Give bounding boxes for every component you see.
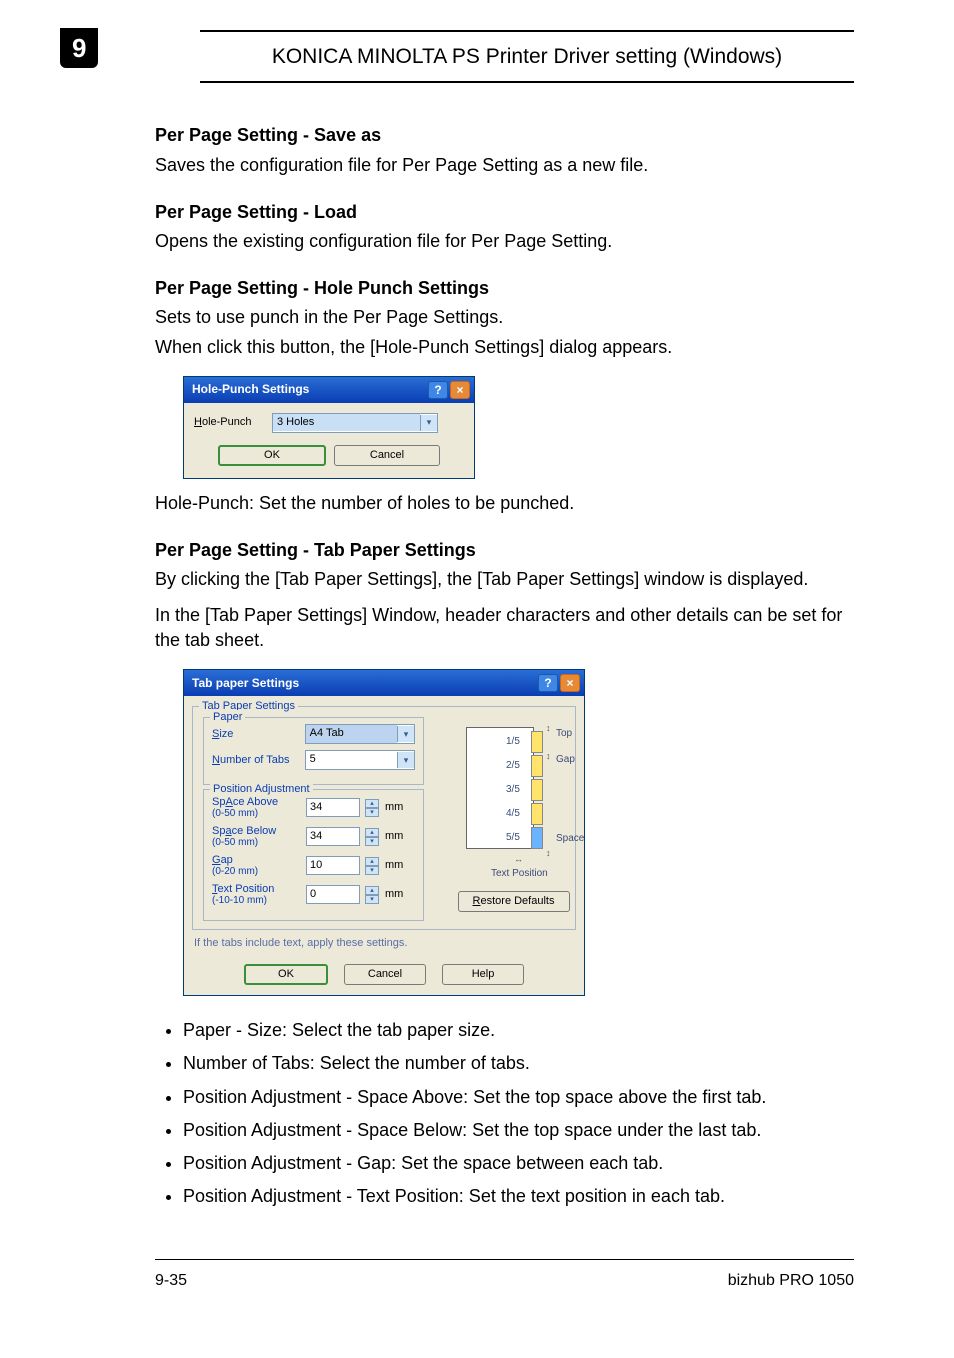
hole-punch-label: Hole-Punch: [194, 415, 272, 430]
space-below-label: Space Below(0-50 mm): [212, 825, 300, 848]
space-above-spinner[interactable]: ▴▾: [365, 799, 379, 816]
list-item: Position Adjustment - Text Position: Set…: [183, 1184, 854, 1209]
unit-label: mm: [385, 858, 403, 873]
page-title: KONICA MINOLTA PS Printer Driver setting…: [200, 32, 854, 81]
unit-label: mm: [385, 800, 403, 815]
space-above-input[interactable]: 34: [306, 798, 360, 817]
gap-spinner[interactable]: ▴▾: [365, 857, 379, 874]
restore-defaults-button[interactable]: Restore Defaults: [458, 891, 570, 912]
heading-tab-paper: Per Page Setting - Tab Paper Settings: [155, 538, 854, 563]
chapter-tab: 9: [60, 28, 98, 68]
num-tabs-select[interactable]: 5 ▾: [305, 750, 415, 770]
text-position-label: Text Position(-10-10 mm): [212, 883, 300, 906]
desc-load: Opens the existing configuration file fo…: [155, 229, 854, 254]
heading-hole-punch: Per Page Setting - Hole Punch Settings: [155, 276, 854, 301]
gap-label: Gap(0-20 mm): [212, 854, 300, 877]
paper-group: Paper: [210, 710, 245, 725]
help-icon[interactable]: ?: [428, 381, 448, 399]
ok-button[interactable]: OK: [244, 964, 328, 985]
size-select[interactable]: A4 Tab ▾: [305, 724, 415, 744]
space-below-spinner[interactable]: ▴▾: [365, 828, 379, 845]
cancel-button[interactable]: Cancel: [334, 445, 440, 466]
chevron-down-icon: ▾: [397, 726, 414, 742]
desc-hole-punch-3: Hole-Punch: Set the number of holes to b…: [155, 491, 854, 516]
gap-input[interactable]: 10: [306, 856, 360, 875]
num-tabs-label: Number of Tabs: [212, 754, 299, 766]
hole-punch-dialog: Hole-Punch Settings ? × Hole-Punch 3 Hol…: [183, 376, 475, 479]
help-icon[interactable]: ?: [538, 674, 558, 692]
size-label: Size: [212, 728, 299, 740]
page-number: 9-35: [155, 1270, 187, 1292]
position-adjust-group: Position Adjustment: [210, 782, 313, 797]
unit-label: mm: [385, 887, 403, 902]
desc-tab-paper-2: In the [Tab Paper Settings] Window, head…: [155, 603, 854, 653]
preview-diagram: 1/5 2/5 3/5 4/5 5/5 Top Gap Space Text P…: [436, 717, 591, 887]
unit-label: mm: [385, 829, 403, 844]
dialog-title: Hole-Punch Settings: [192, 381, 426, 398]
hole-punch-select[interactable]: 3 Holes ▾: [272, 413, 438, 433]
bullet-list: Paper - Size: Select the tab paper size.…: [155, 1018, 854, 1209]
text-position-spinner[interactable]: ▴▾: [365, 886, 379, 903]
instruction-text: If the tabs include text, apply these se…: [194, 936, 574, 951]
text-position-input[interactable]: 0: [306, 885, 360, 904]
desc-hole-punch-2: When click this button, the [Hole-Punch …: [155, 335, 854, 360]
list-item: Number of Tabs: Select the number of tab…: [183, 1051, 854, 1076]
close-icon[interactable]: ×: [560, 674, 580, 692]
list-item: Position Adjustment - Gap: Set the space…: [183, 1151, 854, 1176]
help-button[interactable]: Help: [442, 964, 524, 985]
close-icon[interactable]: ×: [450, 381, 470, 399]
chevron-down-icon: ▾: [397, 752, 414, 768]
dialog-title: Tab paper Settings: [192, 675, 536, 692]
desc-tab-paper-1: By clicking the [Tab Paper Settings], th…: [155, 567, 854, 592]
list-item: Position Adjustment - Space Above: Set t…: [183, 1085, 854, 1110]
tab-paper-dialog: Tab paper Settings ? × Tab Paper Setting…: [183, 669, 585, 996]
heading-load: Per Page Setting - Load: [155, 200, 854, 225]
product-name: bizhub PRO 1050: [728, 1270, 854, 1292]
desc-hole-punch-1: Sets to use punch in the Per Page Settin…: [155, 305, 854, 330]
space-below-input[interactable]: 34: [306, 827, 360, 846]
ok-button[interactable]: OK: [218, 445, 326, 466]
desc-save-as: Saves the configuration file for Per Pag…: [155, 153, 854, 178]
list-item: Paper - Size: Select the tab paper size.: [183, 1018, 854, 1043]
cancel-button[interactable]: Cancel: [344, 964, 426, 985]
list-item: Position Adjustment - Space Below: Set t…: [183, 1118, 854, 1143]
space-above-label: SpAce Above(0-50 mm): [212, 796, 300, 819]
heading-save-as: Per Page Setting - Save as: [155, 123, 854, 148]
chevron-down-icon: ▾: [420, 415, 437, 431]
